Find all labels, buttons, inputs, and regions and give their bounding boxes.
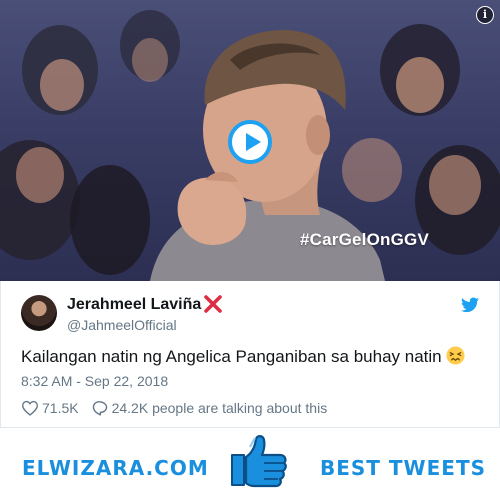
video-hashtag: #CarGelOnGGV <box>300 230 429 249</box>
info-icon[interactable]: i <box>476 6 494 24</box>
video-thumbnail[interactable]: i #CarGelOnGGV <box>0 0 500 281</box>
tweet-text: Kailangan natin ng Angelica Panganiban s… <box>21 346 465 367</box>
user-handle[interactable]: @JahmeelOfficial <box>67 317 177 333</box>
thumbs-up-icon <box>231 435 287 488</box>
replies-text[interactable]: 24.2K people are talking about this <box>112 400 328 416</box>
cross-mark-icon <box>204 295 222 313</box>
tweet-card: i #CarGelOnGGV Jerahmeel Laviña @Jahmeel… <box>0 0 500 503</box>
play-icon[interactable] <box>228 120 272 164</box>
tweet-text-content: Kailangan natin ng Angelica Panganiban s… <box>21 347 442 366</box>
twitter-bird-icon[interactable] <box>461 297 479 313</box>
heart-icon[interactable] <box>21 400 39 416</box>
likes-count[interactable]: 71.5K <box>42 400 79 416</box>
user-name[interactable]: Jerahmeel Laviña <box>67 296 201 314</box>
site-banner: ELWIZARA.COM BEST TWEETS <box>0 428 500 503</box>
tweet-timestamp[interactable]: 8:32 AM - Sep 22, 2018 <box>21 373 168 389</box>
tweet-actions: 71.5K 24.2K people are talking about thi… <box>21 400 327 416</box>
avatar[interactable] <box>21 295 57 331</box>
confounded-face-emoji-icon <box>446 346 465 365</box>
site-name[interactable]: ELWIZARA.COM <box>22 456 209 480</box>
tweet-body: Jerahmeel Laviña @JahmeelOfficial Kailan… <box>0 281 500 428</box>
comment-bubble-icon[interactable] <box>91 400 109 416</box>
best-tweets-label: BEST TWEETS <box>320 456 486 480</box>
